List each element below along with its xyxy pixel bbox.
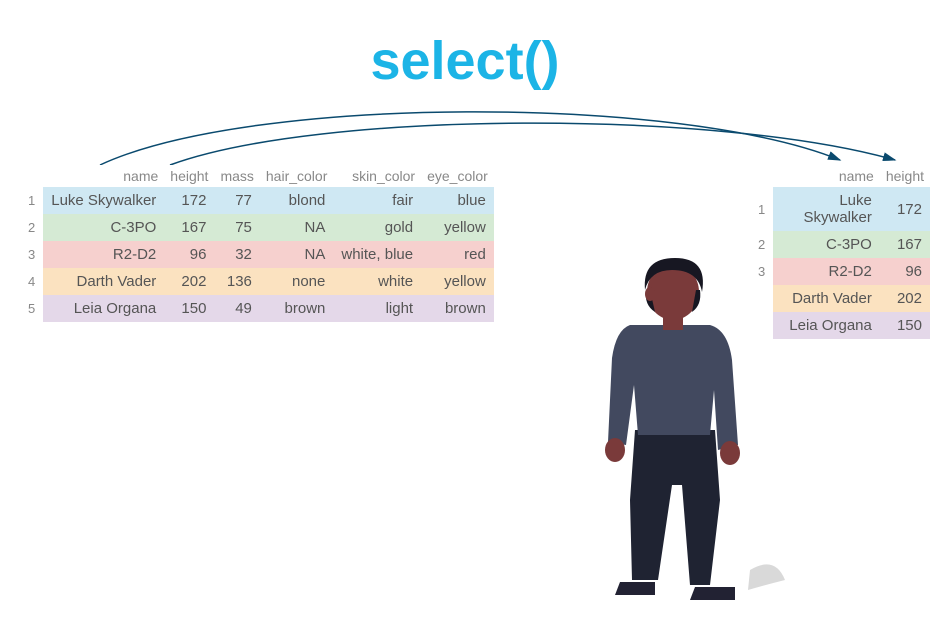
cell: 77 xyxy=(214,187,259,214)
cell: brown xyxy=(421,295,494,322)
table-row: 4Darth Vader202136nonewhiteyellow xyxy=(20,268,494,295)
table-row: 1Luke Skywalker172 xyxy=(750,187,930,231)
cell: 75 xyxy=(214,214,259,241)
cell: NA xyxy=(260,214,333,241)
cell: 32 xyxy=(214,241,259,268)
col-header: name xyxy=(43,165,164,187)
table-row: 2C-3PO16775NAgoldyellow xyxy=(20,214,494,241)
col-header: height xyxy=(880,165,930,187)
cell: red xyxy=(421,241,494,268)
cell: brown xyxy=(260,295,333,322)
col-header: eye_color xyxy=(421,165,494,187)
source-table: name height mass hair_color skin_color e… xyxy=(20,165,494,322)
cell: 49 xyxy=(214,295,259,322)
col-header: mass xyxy=(214,165,259,187)
row-index: 1 xyxy=(750,187,773,231)
row-index: 4 xyxy=(20,268,43,295)
cell: white, blue xyxy=(333,241,421,268)
cell: blond xyxy=(260,187,333,214)
row-index: 5 xyxy=(20,295,43,322)
cell: Leia Organa xyxy=(43,295,164,322)
cell: 136 xyxy=(214,268,259,295)
cell: 172 xyxy=(880,187,930,231)
cell: Darth Vader xyxy=(43,268,164,295)
cell: 172 xyxy=(164,187,214,214)
cell: light xyxy=(333,295,421,322)
cell: 167 xyxy=(880,231,930,258)
cell: 96 xyxy=(164,241,214,268)
cell: white xyxy=(333,268,421,295)
cell: R2-D2 xyxy=(43,241,164,268)
col-header: name xyxy=(773,165,880,187)
cell: 167 xyxy=(164,214,214,241)
cell: yellow xyxy=(421,214,494,241)
cell: yellow xyxy=(421,268,494,295)
cell: gold xyxy=(333,214,421,241)
col-header: height xyxy=(164,165,214,187)
cell: 202 xyxy=(880,285,930,312)
cell: fair xyxy=(333,187,421,214)
table-row: 3R2-D29632NAwhite, bluered xyxy=(20,241,494,268)
row-index: 1 xyxy=(20,187,43,214)
table-row: 5Leia Organa15049brownlightbrown xyxy=(20,295,494,322)
cell: Luke Skywalker xyxy=(43,187,164,214)
person-illustration xyxy=(560,250,800,610)
cell: 150 xyxy=(164,295,214,322)
row-index: 3 xyxy=(20,241,43,268)
cell: blue xyxy=(421,187,494,214)
cell: none xyxy=(260,268,333,295)
cell: 202 xyxy=(164,268,214,295)
cell: NA xyxy=(260,241,333,268)
page-title: select() xyxy=(0,30,930,92)
cell: 96 xyxy=(880,258,930,285)
cell: 150 xyxy=(880,312,930,339)
col-header: skin_color xyxy=(333,165,421,187)
col-header: hair_color xyxy=(260,165,333,187)
row-index: 2 xyxy=(20,214,43,241)
cell: Luke Skywalker xyxy=(773,187,880,231)
table-row: 1Luke Skywalker17277blondfairblue xyxy=(20,187,494,214)
cell: C-3PO xyxy=(43,214,164,241)
